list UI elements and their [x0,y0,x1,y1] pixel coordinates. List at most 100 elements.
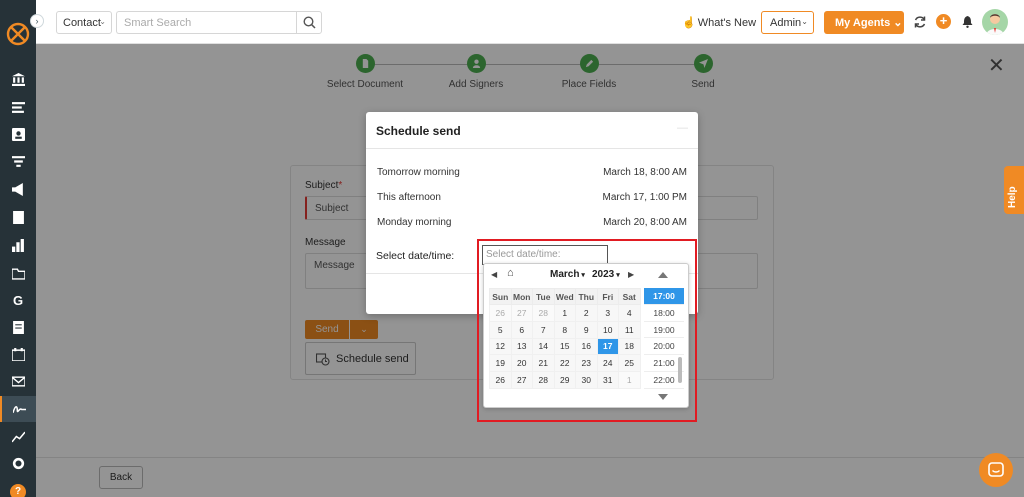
sidebar: G ? [0,0,36,497]
calendar-day[interactable]: 28 [532,304,555,322]
calendar-day[interactable]: 25 [618,354,641,373]
calendar-day[interactable]: 26 [489,304,512,322]
time-option[interactable]: 18:00 [644,305,684,322]
prev-month-icon[interactable]: ◀ [491,270,497,279]
help-tab[interactable]: Help [1004,166,1024,214]
calendar-day[interactable]: 9 [575,320,598,339]
list-icon[interactable] [0,94,36,120]
calendar-day[interactable]: 7 [532,320,555,339]
search-icon [302,16,316,29]
calendar-day[interactable]: 11 [618,320,641,339]
contact-card-icon[interactable] [0,121,36,147]
time-option[interactable]: 20:00 [644,338,684,356]
user-avatar[interactable] [982,9,1008,35]
app-logo-icon[interactable] [6,22,30,46]
weekday-header: Fri [596,288,619,305]
time-option-selected[interactable]: 17:00 [644,288,684,305]
bell-icon[interactable] [962,16,973,28]
calendar-day[interactable]: 16 [575,337,598,356]
calendar-day[interactable]: 4 [618,304,641,322]
datetime-input[interactable]: Select date/time: [482,245,608,265]
schedule-option-monday-morning[interactable]: Monday morning March 20, 8:00 AM [377,217,687,231]
calendar-day[interactable]: 3 [596,304,619,322]
signature-icon[interactable] [0,396,36,422]
trend-icon[interactable] [0,423,36,449]
home-icon[interactable]: ⌂ [507,267,514,279]
my-agents-label: My Agents [835,17,891,29]
calendar-day[interactable]: 30 [575,371,598,389]
chat-icon [988,462,1004,477]
help-label: Help [1007,186,1018,208]
whats-new-link[interactable]: ☝ What's New [682,16,756,29]
calendar-day[interactable]: 1 [618,371,641,389]
calendar-day[interactable]: 6 [510,320,533,339]
mail-icon[interactable] [0,368,36,394]
calendar-day[interactable]: 19 [489,354,512,373]
modal-header: Schedule send — [366,112,698,149]
calendar-day[interactable]: 24 [596,354,619,373]
calendar-day[interactable]: 2 [575,304,598,322]
time-scrollbar[interactable] [678,357,682,383]
calendar-day[interactable]: 5 [489,320,512,339]
time-scroll-down-icon[interactable] [658,394,668,400]
folder-icon[interactable] [0,260,36,286]
settings-icon[interactable] [0,450,36,476]
calendar-day[interactable]: 20 [510,354,533,373]
calendar-day[interactable]: 27 [510,371,533,389]
calendar-day[interactable]: 10 [596,320,619,339]
calendar-day[interactable]: 14 [532,337,555,356]
year-label: 2023 [592,269,615,280]
close-icon[interactable]: — [677,122,688,134]
weekday-header: Sun [489,288,512,305]
year-select[interactable]: 2023 ▾ [592,269,620,280]
calendar-day[interactable]: 28 [532,371,555,389]
calendar-day[interactable]: 31 [596,371,619,389]
bank-icon[interactable] [0,66,36,92]
time-option[interactable]: 19:00 [644,322,684,339]
chevron-down-icon: ▾ [614,272,620,279]
calendar-day[interactable]: 13 [510,337,533,356]
sidebar-toggle-chevron-icon[interactable]: › [30,14,44,28]
calendar-day-selected[interactable]: 17 [596,337,619,356]
funnel-icon[interactable] [0,148,36,174]
my-agents-button[interactable]: My Agents ⌄ [824,11,904,34]
calendar-day[interactable]: 27 [510,304,533,322]
chat-launcher-button[interactable] [979,453,1013,487]
schedule-option-this-afternoon[interactable]: This afternoon March 17, 1:00 PM [377,192,687,206]
smart-search-input[interactable]: Smart Search [116,11,296,34]
calendar-icon[interactable] [0,341,36,367]
calendar-day[interactable]: 26 [489,371,512,389]
calendar-day[interactable]: 22 [553,354,576,373]
megaphone-icon[interactable] [0,176,36,202]
schedule-option-tomorrow-morning[interactable]: Tomorrow morning March 18, 8:00 AM [377,167,687,181]
calendar-day[interactable]: 18 [618,337,641,356]
next-month-icon[interactable]: ▶ [628,270,634,279]
admin-dropdown[interactable]: Admin ⌄ [761,11,814,34]
contact-type-select[interactable]: Contact ⌄ [56,11,112,34]
top-bar: Contact ⌄ Smart Search ☝ What's New Admin… [36,0,1024,44]
time-scroll-up-icon[interactable] [658,272,668,278]
month-select[interactable]: March ▾ [550,269,585,280]
option-datetime: March 17, 1:00 PM [602,192,687,203]
calendar-day[interactable]: 29 [553,371,576,389]
calendar-day[interactable]: 8 [553,320,576,339]
option-label: This afternoon [377,192,441,203]
add-plus-icon[interactable]: + [936,14,951,29]
search-button[interactable] [296,11,322,34]
help-question-icon[interactable]: ? [10,484,26,497]
chevron-down-icon: ⌄ [99,17,106,26]
calendar-day[interactable]: 21 [532,354,555,373]
whats-new-label: What's New [697,17,757,29]
month-label: March [550,269,580,280]
refresh-icon[interactable] [913,15,927,29]
document-icon[interactable] [0,204,36,230]
google-icon[interactable]: G [0,287,36,313]
calendar-day[interactable]: 15 [553,337,576,356]
calendar-day[interactable]: 12 [489,337,512,356]
chevron-down-icon: ▾ [579,272,585,279]
calendar-day[interactable]: 23 [575,354,598,373]
option-datetime: March 18, 8:00 AM [603,167,687,178]
bar-chart-icon[interactable] [0,232,36,258]
notes-icon[interactable] [0,314,36,340]
calendar-day[interactable]: 1 [553,304,576,322]
